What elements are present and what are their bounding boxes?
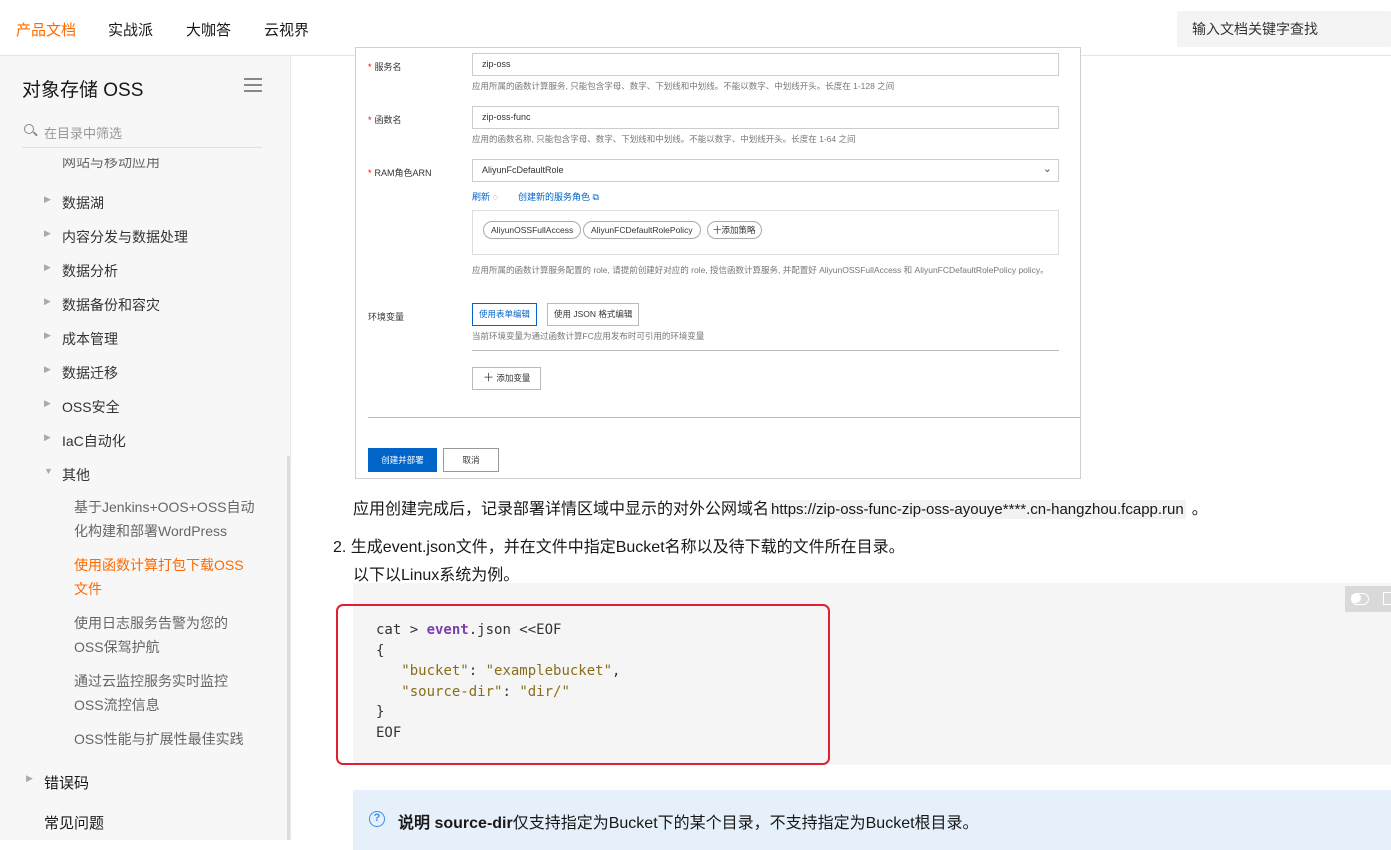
sidebar-item-label: 网站与移动应用 <box>62 158 160 170</box>
doc-search-input[interactable]: 输入文档关键字查找 <box>1177 11 1391 47</box>
external-link-icon: ⧉ <box>592 192 599 202</box>
code-line: } <box>376 704 385 720</box>
chevron-right-icon: ▶ <box>44 228 51 238</box>
chevron-right-icon: ▶ <box>44 398 51 408</box>
chevron-right-icon: ▶ <box>44 262 51 272</box>
ram-label: * RAM角色ARN <box>368 168 432 178</box>
code-line: EOF <box>376 724 402 741</box>
sidebar-item-data-lake[interactable]: ▶ 数据湖 <box>44 193 104 213</box>
refresh-icon: ◌ <box>492 192 498 202</box>
console-screenshot: * 服务名 zip-oss 应用所属的函数计算服务, 只能包含字母、数字、下划线和… <box>355 47 1081 479</box>
chevron-right-icon: ▶ <box>44 432 51 442</box>
note-keyword: source-dir <box>434 815 513 832</box>
sidebar-scrollbar[interactable] <box>287 456 290 840</box>
copy-icon[interactable] <box>1383 592 1391 605</box>
sidebar-item-cdn[interactable]: ▶ 内容分发与数据处理 <box>44 227 188 247</box>
sidebar-subitem-fc-zip[interactable]: 使用函数计算打包下载OSS文件 <box>74 553 256 601</box>
sidebar-item-error-codes[interactable]: ▶ 错误码 <box>26 772 89 793</box>
code-line: { <box>376 642 385 659</box>
sidebar: 对象存储 OSS 在目录中筛选 ▾网站与移动应用 ▶数据湖 ▶内容分发与数据处理… <box>0 56 291 840</box>
note-text: 仅支持指定为Bucket下的某个目录，不支持指定为Bucket根目录。 <box>512 815 979 832</box>
add-policy-tag: 十添加策略 <box>707 221 762 239</box>
add-variable-button: ＋ 添加变量 <box>472 367 542 390</box>
example-text: 以下以Linux系统为例。 <box>353 567 520 584</box>
chevron-down-icon: ⌄ <box>1042 163 1052 175</box>
nav-practice[interactable]: 实战派 <box>108 19 153 40</box>
create-role-link: 创建新的服务角色 ⧉ <box>518 192 599 202</box>
service-label: * 服务名 <box>368 62 402 72</box>
code-line: cat > event.json <<EOF <box>376 622 562 638</box>
chevron-right-icon: ▶ <box>26 773 33 783</box>
sidebar-title: 对象存储 OSS <box>22 80 144 101</box>
service-name-field: zip-oss <box>472 53 1059 76</box>
sidebar-item-other[interactable]: ▼ 其他 <box>44 465 90 485</box>
ram-role-select: AliyunFcDefaultRole ⌄ <box>472 159 1059 182</box>
catalog-filter-input[interactable]: 在目录中筛选 <box>22 118 262 148</box>
code-line: "bucket": "examplebucket", <box>401 663 621 679</box>
nav-product-docs[interactable]: 产品文档 <box>16 19 76 40</box>
filter-placeholder: 在目录中筛选 <box>44 126 123 141</box>
note-box: ? 说明 source-dir仅支持指定为Bucket下的某个目录，不支持指定为… <box>353 790 1391 850</box>
create-deploy-button: 创建并部署 <box>368 448 437 472</box>
domain-code: https://zip-oss-func-zip-oss-ayouye****.… <box>769 500 1186 519</box>
refresh-link: 刷新 ◌ <box>472 192 498 202</box>
chevron-right-icon: ▶ <box>44 330 51 340</box>
env-json-button: 使用 JSON 格式编辑 <box>547 303 640 326</box>
sidebar-item-migration[interactable]: ▶ 数据迁移 <box>44 363 118 383</box>
chevron-right-icon: ▶ <box>44 296 51 306</box>
toggle-theme-icon[interactable] <box>1351 593 1369 605</box>
divider <box>472 350 1059 351</box>
sidebar-item-iac[interactable]: ▶ IaC自动化 <box>44 431 126 451</box>
sidebar-item-website[interactable]: ▾网站与移动应用 <box>62 158 160 172</box>
code-content: cat > event.json <<EOF { "bucket": "exam… <box>376 620 620 743</box>
after-create-paragraph: 应用创建完成后，记录部署详情区域中显示的对外公网域名 https://zip-os… <box>353 500 1208 519</box>
code-toolbar <box>1345 586 1391 612</box>
ram-hint: 应用所属的函数计算服务配置的 role, 请提前创建好对应的 role, 授信函… <box>472 265 1049 275</box>
env-label: 环境变量 <box>368 312 405 322</box>
sidebar-item-cost[interactable]: ▶ 成本管理 <box>44 329 118 349</box>
function-label: * 函数名 <box>368 115 402 125</box>
service-hint: 应用所属的函数计算服务, 只能包含字母、数字、下划线和中划线。不能以数字、中划线… <box>472 81 895 91</box>
sidebar-item-security[interactable]: ▶ OSS安全 <box>44 397 120 417</box>
policy-tag: AliyunOSSFullAccess <box>483 221 582 239</box>
env-hint: 当前环境变量为通过函数计算FC应用发布时可引用的环境变量 <box>472 331 705 341</box>
plus-icon: ＋ <box>483 372 494 384</box>
policy-tags: AliyunOSSFullAccess AliyunFCDefaultRoleP… <box>472 210 1059 255</box>
chevron-down-icon: ▼ <box>44 466 53 476</box>
sidebar-item-analytics[interactable]: ▶ 数据分析 <box>44 261 118 281</box>
chevron-right-icon: ▶ <box>44 194 51 204</box>
divider <box>368 417 1080 418</box>
sidebar-subitem-jenkins[interactable]: 基于Jenkins+OOS+OSS自动化构建和部署WordPress <box>74 495 256 543</box>
sidebar-subitem-cms-monitor[interactable]: 通过云监控服务实时监控OSS流控信息 <box>74 669 256 717</box>
sidebar-subitem-performance[interactable]: OSS性能与扩展性最佳实践 <box>74 727 256 751</box>
code-line: "source-dir": "dir/" <box>401 683 570 700</box>
menu-icon[interactable] <box>244 78 262 92</box>
function-hint: 应用的函数名称, 只能包含字母、数字、下划线和中划线。不能以数字、中划线开头。长… <box>472 134 856 144</box>
step-2: 2. 生成event.json文件，并在文件中指定Bucket名称以及待下载的文… <box>333 539 905 556</box>
sidebar-item-faq[interactable]: 常见问题 <box>44 812 104 833</box>
note-label: 说明 <box>398 815 431 832</box>
policy-tag: AliyunFCDefaultRolePolicy <box>583 221 701 239</box>
sidebar-subitem-sls-alert[interactable]: 使用日志服务告警为您的OSS保驾护航 <box>74 611 256 659</box>
sidebar-item-backup[interactable]: ▶ 数据备份和容灾 <box>44 295 160 315</box>
question-icon: ? <box>369 811 385 827</box>
cancel-button: 取消 <box>443 448 499 472</box>
nav-experts[interactable]: 大咖答 <box>186 19 231 40</box>
nav-cloud-vision[interactable]: 云视界 <box>264 19 309 40</box>
chevron-right-icon: ▶ <box>44 364 51 374</box>
search-icon <box>24 124 34 134</box>
function-name-field: zip-oss-func <box>472 106 1059 129</box>
env-form-button: 使用表单编辑 <box>472 303 538 326</box>
